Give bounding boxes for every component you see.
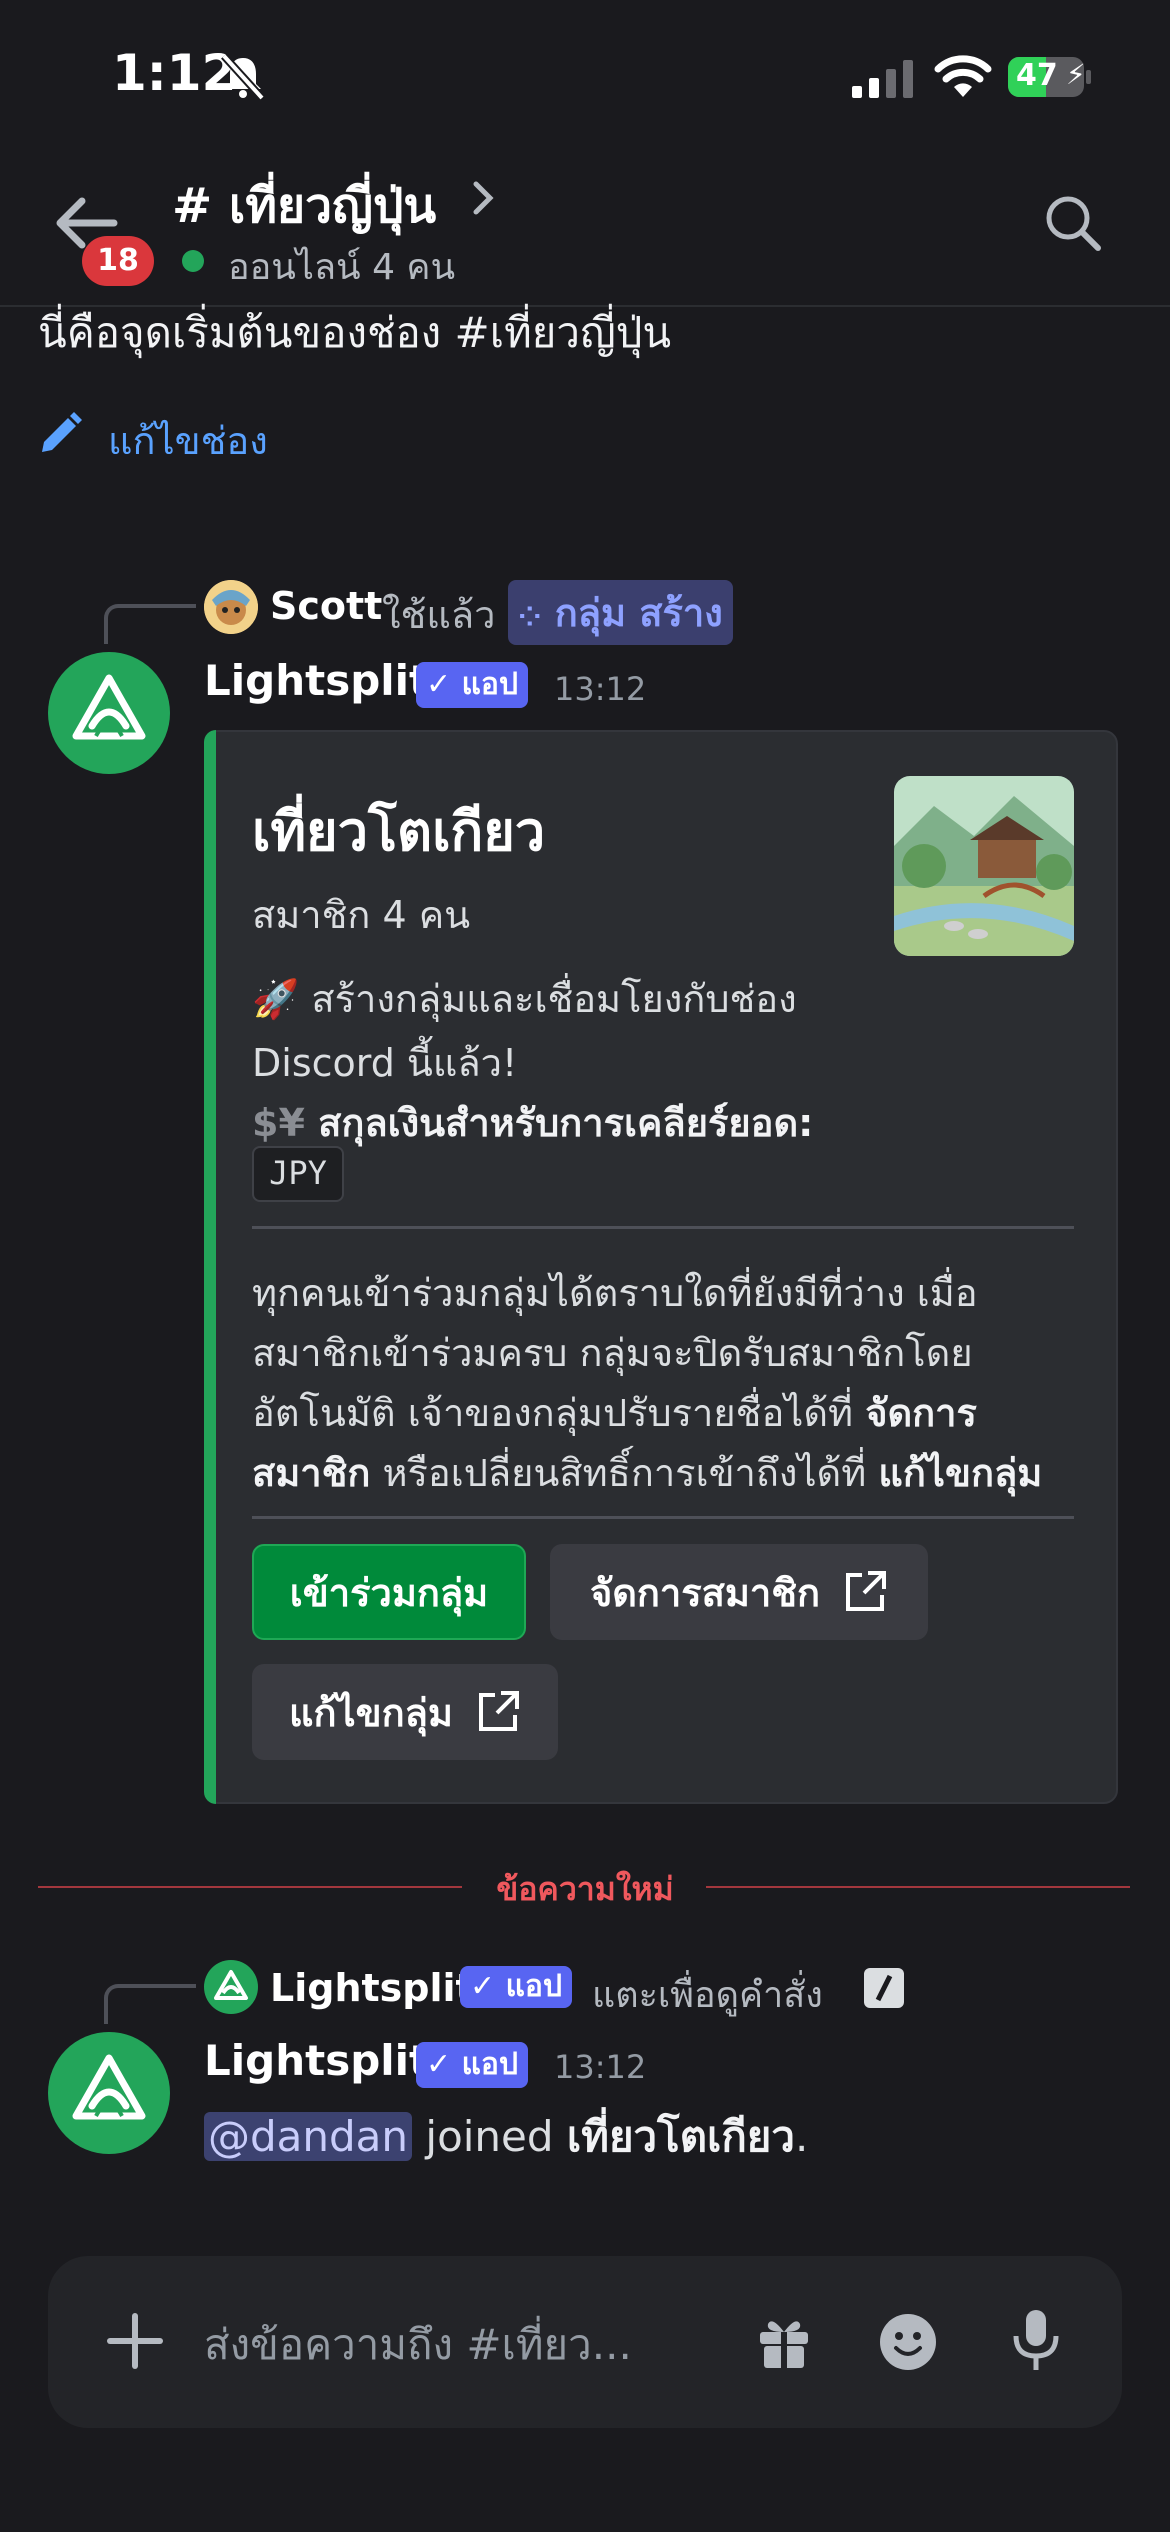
app-tag: ✓ แอป <box>416 2042 528 2088</box>
embed-desc-l4-text: หรือเปลี่ยนสิทธิ์การเข้าถึงได้ที่ <box>370 1451 879 1495</box>
channel-intro-text: นี่คือจุดเริ่มต้นของช่อง #เที่ยวญี่ปุ่น <box>38 308 672 357</box>
checkmark-icon: ✓ <box>426 2047 452 2082</box>
command-label: กลุ่ม สร้าง <box>554 591 723 635</box>
app-tag-label: แอป <box>505 1969 562 2004</box>
pencil-icon[interactable] <box>38 410 82 454</box>
wifi-icon <box>934 55 992 97</box>
embed-line-1: 🚀 สร้างกลุ่มและเชื่อมโยงกับช่อง <box>252 968 797 1029</box>
embed-divider-2 <box>252 1516 1074 1519</box>
scott-avatar[interactable] <box>204 580 258 634</box>
rocket-icon: 🚀 <box>252 977 300 1021</box>
lightsplit-avatar[interactable] <box>48 652 170 774</box>
unread-count-badge: 18 <box>82 236 154 286</box>
cellular-signal-icon <box>852 60 913 98</box>
embed-desc-l2: สมาชิกเข้าร่วมครบ กลุ่มจะปิดรับสมาชิกโดย <box>252 1331 973 1375</box>
reply-connector <box>104 604 196 644</box>
members-ref: สมาชิก <box>252 1451 371 1495</box>
edit-channel-link[interactable]: แก้ไขช่อง <box>108 410 268 471</box>
manage-members-button[interactable]: จัดการสมาชิก <box>550 1544 928 1640</box>
join-group-button[interactable]: เข้าร่วมกลุ่ม <box>252 1544 526 1640</box>
reply-connector <box>104 1984 196 2024</box>
battery-percent: 47 <box>1016 58 1058 93</box>
checkmark-icon: ✓ <box>426 667 452 702</box>
edit-group-label: แก้ไขกลุ่ม <box>289 1690 453 1735</box>
period: . <box>794 2112 809 2161</box>
chevron-right-icon[interactable] <box>468 178 498 218</box>
app-tag-label: แอป <box>461 667 518 702</box>
embed-desc-l3: อัตโนมัติ เจ้าของกลุ่มปรับรายชื่อได้ที่ … <box>252 1382 977 1443</box>
join-group-label: เข้าร่วมกลุ่ม <box>289 1570 489 1615</box>
online-status-dot <box>182 250 204 272</box>
slash-command-icon <box>864 1968 904 2008</box>
currency-code: JPY <box>252 1146 344 1202</box>
embed-currency-line: $¥ สกุลเงินสำหรับการเคลียร์ยอด: <box>252 1092 813 1153</box>
reply-hint-text[interactable]: แตะเพื่อดูคำสั่ง <box>592 1966 823 2023</box>
external-link-icon <box>478 1691 519 1731</box>
embed-member-count: สมาชิก 4 คน <box>252 893 471 937</box>
embed-line-2: Discord นี้แล้ว! <box>252 1041 518 1085</box>
external-link-icon <box>846 1571 887 1611</box>
app-tag: ✓ แอป <box>460 1966 572 2008</box>
reply-used-text: ใช้แล้ว <box>382 593 496 637</box>
new-messages-line-left <box>38 1886 462 1888</box>
gift-icon[interactable] <box>756 2314 812 2370</box>
plus-icon[interactable] <box>104 2310 166 2372</box>
embed-desc-l3-text: อัตโนมัติ เจ้าของกลุ่มปรับรายชื่อได้ที่ <box>252 1391 866 1435</box>
lightsplit-mini-avatar[interactable] <box>204 1960 258 2014</box>
message-timestamp: 13:12 <box>554 670 647 708</box>
app-tag: ✓ แอป <box>416 662 528 708</box>
user-mention[interactable]: @dandan <box>204 2112 413 2161</box>
bell-muted-icon <box>221 53 265 100</box>
manage-members-ref: จัดการ <box>865 1391 977 1435</box>
embed-divider-1 <box>252 1226 1074 1229</box>
embed-accent-bar <box>204 730 216 1804</box>
reply-username[interactable]: Scott <box>270 584 382 628</box>
manage-members-label: จัดการสมาชิก <box>589 1570 821 1615</box>
message-body: @dandan joined เที่ยวโตเกียว. <box>204 2104 808 2170</box>
embed-thumbnail <box>894 776 1074 956</box>
slash-command-pill[interactable]: ⁘ กลุ่ม สร้าง <box>508 580 733 645</box>
joined-text: joined <box>412 2112 567 2161</box>
emoji-icon[interactable] <box>878 2312 938 2372</box>
charging-bolt-icon: ⚡ <box>1066 58 1086 91</box>
microphone-icon[interactable] <box>1008 2308 1064 2372</box>
battery-indicator: 47 ⚡ <box>1008 56 1092 98</box>
checkmark-icon: ✓ <box>470 1969 496 2004</box>
currency-exchange-icon: $¥ <box>252 1101 305 1145</box>
currency-label: สกุลเงินสำหรับการเคลียร์ยอด: <box>318 1101 814 1145</box>
reply-username[interactable]: Lightsplit <box>270 1966 474 2010</box>
search-icon[interactable] <box>1042 192 1104 254</box>
message-author[interactable]: Lightsplit <box>204 656 429 705</box>
message-timestamp: 13:12 <box>554 2048 647 2086</box>
embed-desc-l1: ทุกคนเข้าร่วมกลุ่มได้ตราบใดที่ยังมีที่ว่… <box>252 1271 978 1315</box>
lightsplit-avatar[interactable] <box>48 2032 170 2154</box>
group-name: เที่ยวโตเกียว <box>566 2112 795 2161</box>
edit-group-ref: แก้ไขกลุ่ม <box>878 1451 1043 1495</box>
embed-title: เที่ยวโตเกียว <box>252 800 546 863</box>
command-grid-icon: ⁘ <box>518 600 542 633</box>
message-author[interactable]: Lightsplit <box>204 2036 429 2085</box>
embed-line-1-text: สร้างกลุ่มและเชื่อมโยงกับช่อง <box>311 977 797 1021</box>
message-input[interactable]: ส่งข้อความถึง #เที่ยว... <box>204 2312 632 2378</box>
channel-title[interactable]: # เที่ยวญี่ปุ่น <box>172 168 436 244</box>
new-messages-label: ข้อความใหม่ <box>496 1870 674 1908</box>
edit-group-button[interactable]: แก้ไขกลุ่ม <box>252 1664 558 1760</box>
new-messages-line-right <box>706 1886 1130 1888</box>
app-tag-label: แอป <box>461 2047 518 2082</box>
embed-desc-l4: สมาชิก หรือเปลี่ยนสิทธิ์การเข้าถึงได้ที่… <box>252 1442 1042 1503</box>
online-count: ออนไลน์ 4 คน <box>228 247 456 288</box>
